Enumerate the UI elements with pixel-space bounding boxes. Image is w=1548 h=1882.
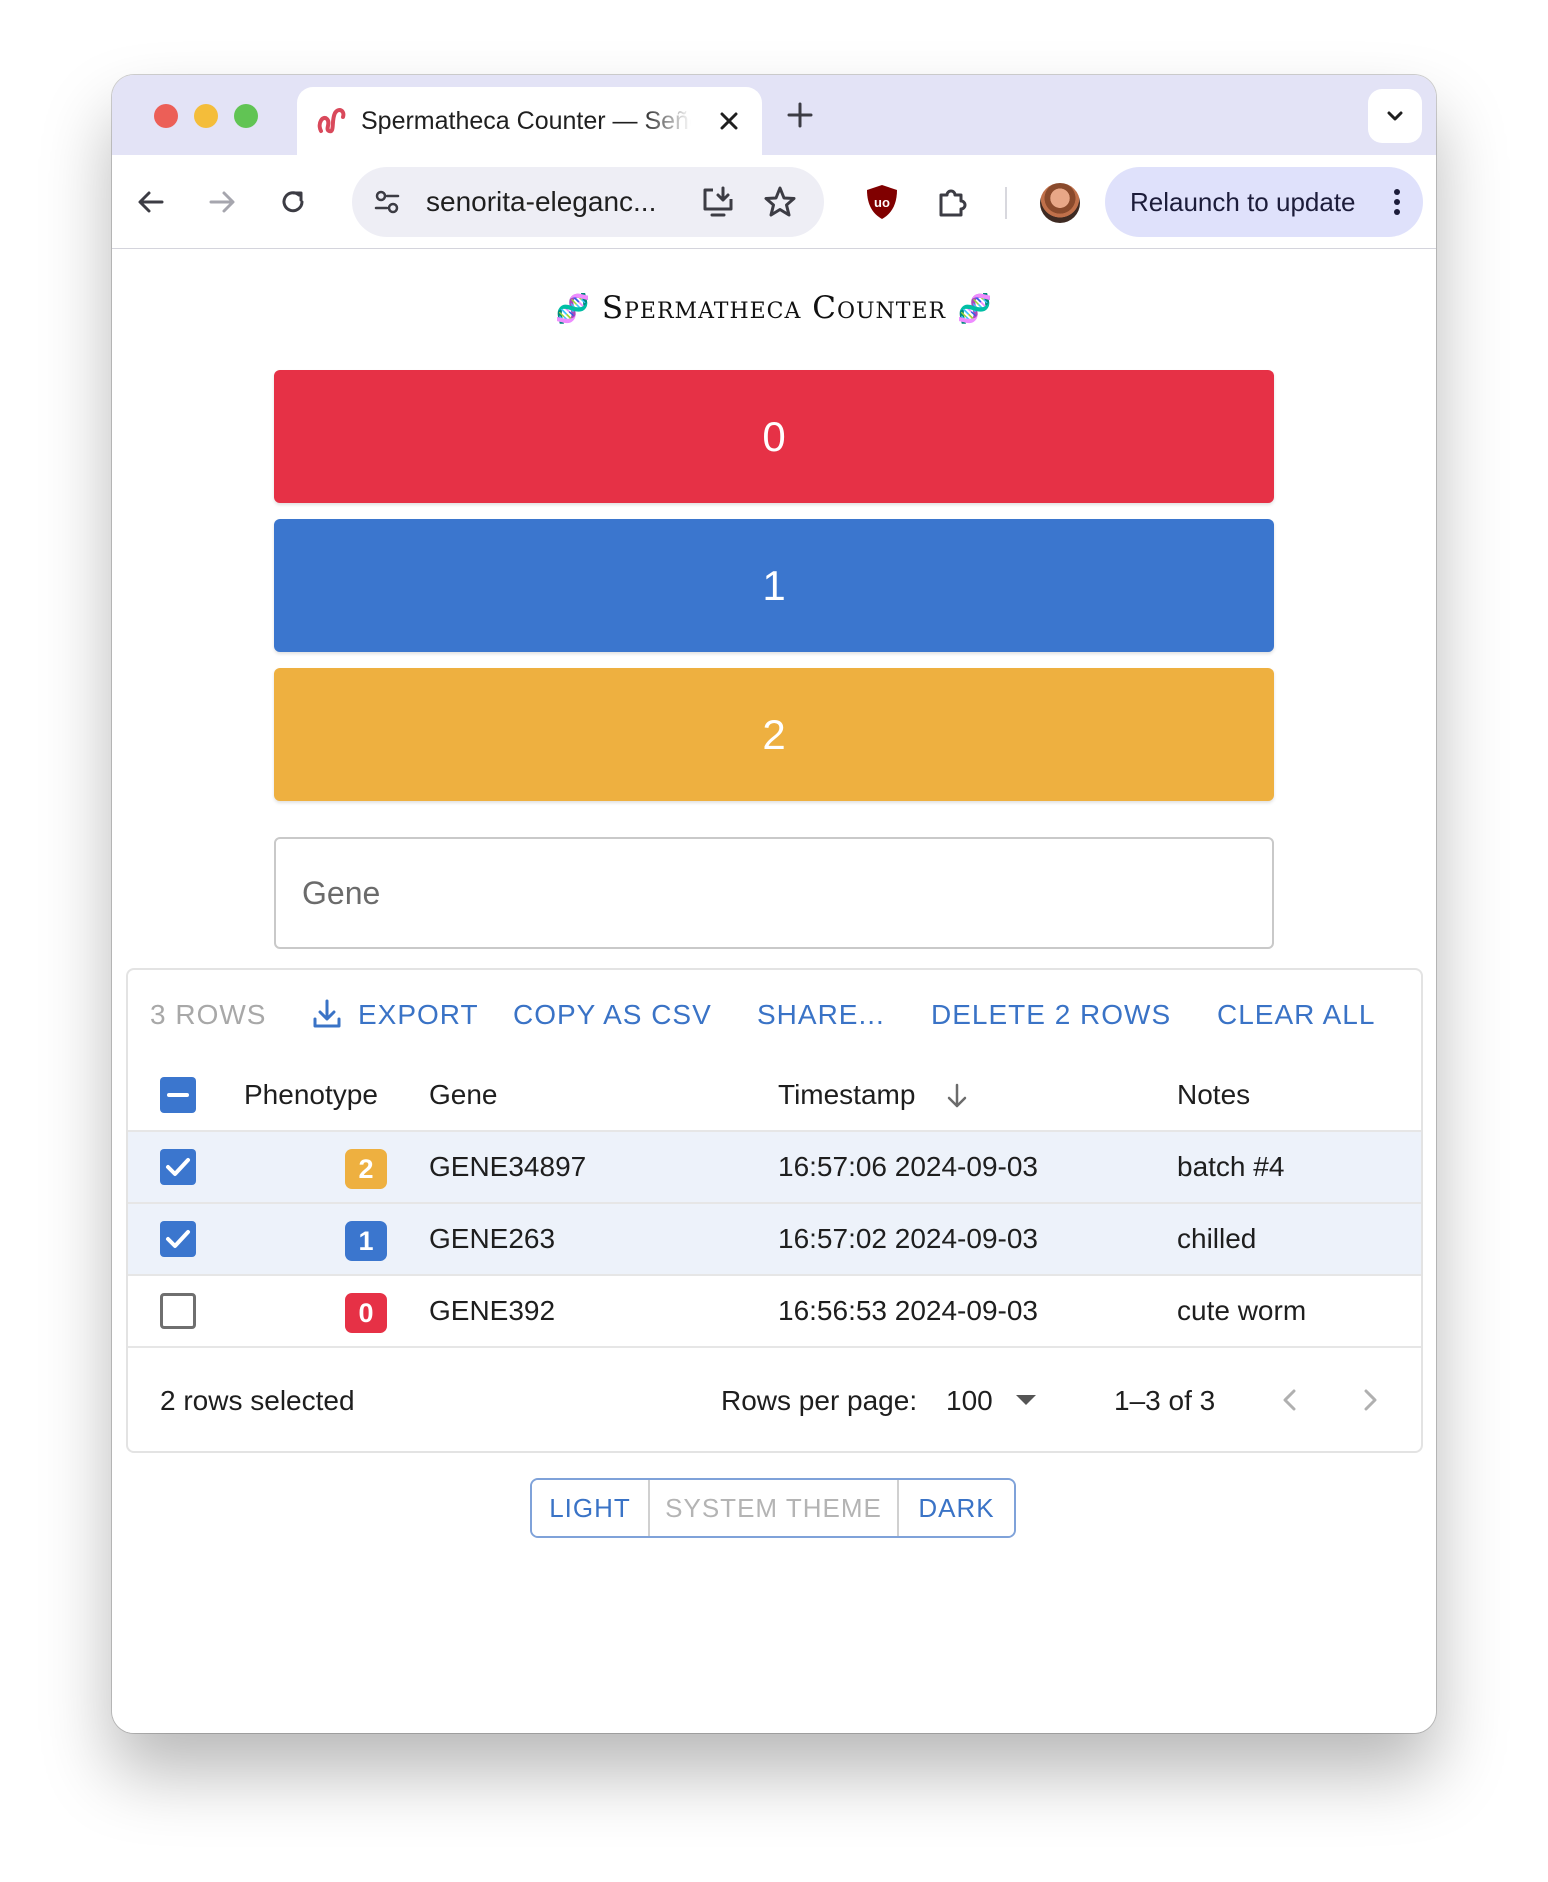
- previous-page-icon[interactable]: [1276, 1386, 1304, 1414]
- select-all-checkbox[interactable]: [160, 1077, 196, 1113]
- checkmark-icon: [166, 1230, 190, 1248]
- more-menu-icon[interactable]: [1393, 188, 1401, 216]
- minimize-window-button[interactable]: [194, 104, 218, 128]
- extensions-puzzle-icon[interactable]: [935, 185, 969, 219]
- url-text: senorita-eleganc...: [426, 186, 657, 217]
- rows-per-page-select[interactable]: 100: [946, 1348, 993, 1453]
- phenotype-2-button[interactable]: 2: [274, 668, 1274, 801]
- table-row[interactable]: 1 GENE263 16:57:02 2024-09-03 chilled: [128, 1204, 1421, 1276]
- profile-avatar[interactable]: [1040, 183, 1080, 223]
- back-arrow-icon[interactable]: [134, 185, 168, 219]
- browser-window: Spermatheca Counter — Señorita Elegance: [112, 75, 1436, 1733]
- app-title-text: Spermatheca Counter: [601, 290, 947, 326]
- export-button[interactable]: EXPORT: [358, 998, 479, 1032]
- timestamp-cell: 16:56:53 2024-09-03: [778, 1295, 1038, 1326]
- grid-header: Phenotype Gene Timestamp Notes: [128, 1060, 1421, 1132]
- phenotype-badge: 0: [345, 1293, 387, 1333]
- column-header-timestamp[interactable]: Timestamp: [778, 1060, 915, 1130]
- timestamp-cell: 16:57:06 2024-09-03: [778, 1151, 1038, 1182]
- rows-per-page-label: Rows per page:: [721, 1385, 918, 1416]
- notes-cell[interactable]: batch #4: [1177, 1132, 1284, 1202]
- column-header-gene[interactable]: Gene: [429, 1060, 498, 1130]
- forward-arrow-icon[interactable]: [205, 185, 239, 219]
- tab-title: Spermatheca Counter — Señorita Elegance: [361, 107, 691, 135]
- zoom-window-button[interactable]: [234, 104, 258, 128]
- data-grid: 3 ROWS EXPORT COPY AS CSV SHARE... DELET…: [126, 968, 1423, 1453]
- tab-strip: Spermatheca Counter — Señorita Elegance: [112, 75, 1436, 155]
- theme-toggle-group: LIGHT SYSTEM THEME DARK: [530, 1478, 1016, 1538]
- share-button[interactable]: SHARE...: [757, 998, 885, 1032]
- worm-favicon-icon: [317, 108, 346, 134]
- active-tab[interactable]: Spermatheca Counter — Señorita Elegance: [297, 87, 762, 155]
- browser-toolbar: senorita-eleganc... uo Relaunch to updat…: [112, 155, 1436, 249]
- selected-rows-text: 2 rows selected: [160, 1385, 355, 1416]
- grid-footer: 2 rows selected Rows per page: 100 1–3 o…: [128, 1348, 1421, 1453]
- gene-cell: GENE263: [429, 1223, 556, 1254]
- row-checkbox[interactable]: [160, 1149, 196, 1185]
- column-header-phenotype[interactable]: Phenotype: [244, 1060, 378, 1130]
- address-bar[interactable]: senorita-eleganc...: [352, 167, 824, 237]
- tab-search-button[interactable]: [1368, 89, 1422, 143]
- install-app-icon[interactable]: [700, 185, 736, 219]
- delete-rows-button[interactable]: DELETE 2 ROWS: [931, 998, 1171, 1032]
- pagination-range: 1–3 of 3: [1114, 1385, 1216, 1416]
- notes-cell[interactable]: cute worm: [1177, 1276, 1306, 1346]
- clear-all-button[interactable]: CLEAR ALL: [1217, 998, 1375, 1032]
- relaunch-label: Relaunch to update: [1130, 187, 1356, 217]
- notes-cell[interactable]: chilled: [1177, 1204, 1256, 1274]
- close-window-button[interactable]: [154, 104, 178, 128]
- bookmark-star-icon[interactable]: [762, 184, 798, 220]
- dna-icon: 🧬: [956, 292, 993, 325]
- phenotype-1-button[interactable]: 1: [274, 519, 1274, 652]
- next-page-icon[interactable]: [1356, 1386, 1384, 1414]
- svg-text:uo: uo: [874, 195, 890, 210]
- phenotype-0-button[interactable]: 0: [274, 370, 1274, 503]
- gene-input[interactable]: [274, 837, 1274, 949]
- row-count-label: 3 ROWS: [150, 999, 267, 1030]
- gene-cell: GENE392: [429, 1295, 556, 1326]
- dna-icon: 🧬: [555, 292, 592, 325]
- page-title: 🧬 Spermatheca Counter 🧬: [112, 290, 1436, 326]
- sort-descending-icon[interactable]: [943, 1082, 971, 1110]
- row-checkbox[interactable]: [160, 1293, 196, 1329]
- checkmark-icon: [166, 1158, 190, 1176]
- light-theme-button[interactable]: LIGHT: [532, 1480, 650, 1536]
- new-tab-icon[interactable]: [784, 99, 816, 131]
- phenotype-badge: 2: [345, 1149, 387, 1189]
- site-settings-icon[interactable]: [370, 185, 404, 219]
- download-icon[interactable]: [310, 997, 344, 1031]
- toolbar-separator: [1005, 187, 1007, 219]
- grid-toolbar: 3 ROWS EXPORT COPY AS CSV SHARE... DELET…: [128, 970, 1421, 1060]
- reload-icon[interactable]: [276, 185, 310, 219]
- table-row[interactable]: 2 GENE34897 16:57:06 2024-09-03 batch #4: [128, 1132, 1421, 1204]
- copy-csv-button[interactable]: COPY AS CSV: [513, 998, 712, 1032]
- caret-down-icon[interactable]: [1016, 1395, 1036, 1405]
- relaunch-to-update-button[interactable]: Relaunch to update: [1105, 167, 1423, 237]
- table-row[interactable]: 0 GENE392 16:56:53 2024-09-03 cute worm: [128, 1276, 1421, 1348]
- indeterminate-icon: [167, 1093, 189, 1097]
- page-content: 🧬 Spermatheca Counter 🧬 0 1 2 3 ROWS EXP…: [112, 250, 1436, 1733]
- timestamp-cell: 16:57:02 2024-09-03: [778, 1223, 1038, 1254]
- phenotype-badge: 1: [345, 1221, 387, 1261]
- row-checkbox[interactable]: [160, 1221, 196, 1257]
- dark-theme-button[interactable]: DARK: [899, 1480, 1014, 1536]
- chevron-down-icon: [1387, 111, 1403, 121]
- close-tab-icon[interactable]: [717, 109, 741, 133]
- system-theme-button[interactable]: SYSTEM THEME: [650, 1480, 899, 1536]
- gene-cell: GENE34897: [429, 1151, 587, 1182]
- ublock-shield-icon[interactable]: uo: [864, 183, 900, 221]
- column-header-notes[interactable]: Notes: [1177, 1060, 1250, 1130]
